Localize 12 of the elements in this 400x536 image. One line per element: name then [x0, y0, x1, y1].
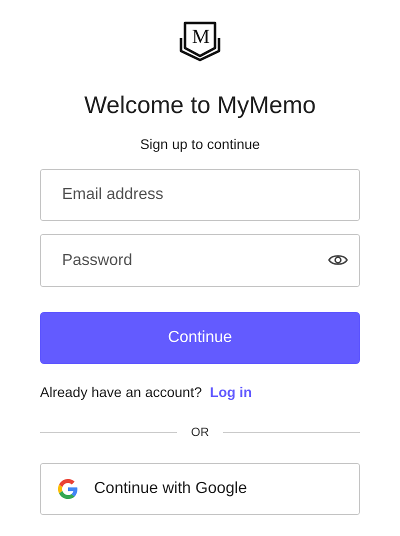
divider-label: OR [191, 424, 209, 441]
email-field[interactable]: Email address [40, 169, 360, 221]
login-link[interactable]: Log in [210, 383, 252, 401]
login-prompt: Already have an account? [40, 383, 202, 401]
google-icon [58, 479, 78, 499]
google-button[interactable]: Continue with Google [40, 463, 360, 515]
page-title: Welcome to MyMemo [84, 91, 316, 121]
logo-letter: M [192, 26, 210, 48]
show-password-icon[interactable] [328, 253, 348, 267]
continue-button[interactable]: Continue [40, 312, 360, 364]
password-field[interactable]: Password [40, 234, 360, 287]
subtitle: Sign up to continue [140, 135, 260, 153]
